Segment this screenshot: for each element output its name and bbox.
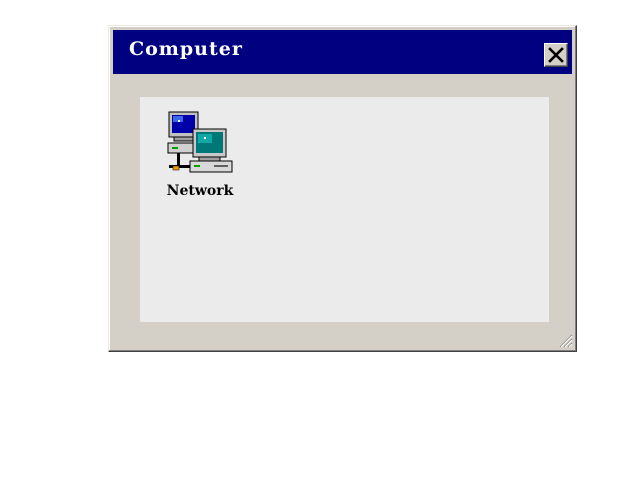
close-icon xyxy=(548,47,564,63)
network-computers-icon xyxy=(167,111,233,173)
close-button[interactable] xyxy=(544,43,568,67)
network-label: Network xyxy=(166,183,234,199)
page: Computer Network xyxy=(0,0,630,500)
content-pane: Network xyxy=(140,97,549,322)
computer-window: Computer Network xyxy=(108,25,577,352)
network-item[interactable]: Network xyxy=(162,109,238,199)
window-title: Computer xyxy=(129,38,243,60)
resize-grip-icon[interactable] xyxy=(557,332,573,348)
title-bar[interactable]: Computer xyxy=(113,30,572,74)
